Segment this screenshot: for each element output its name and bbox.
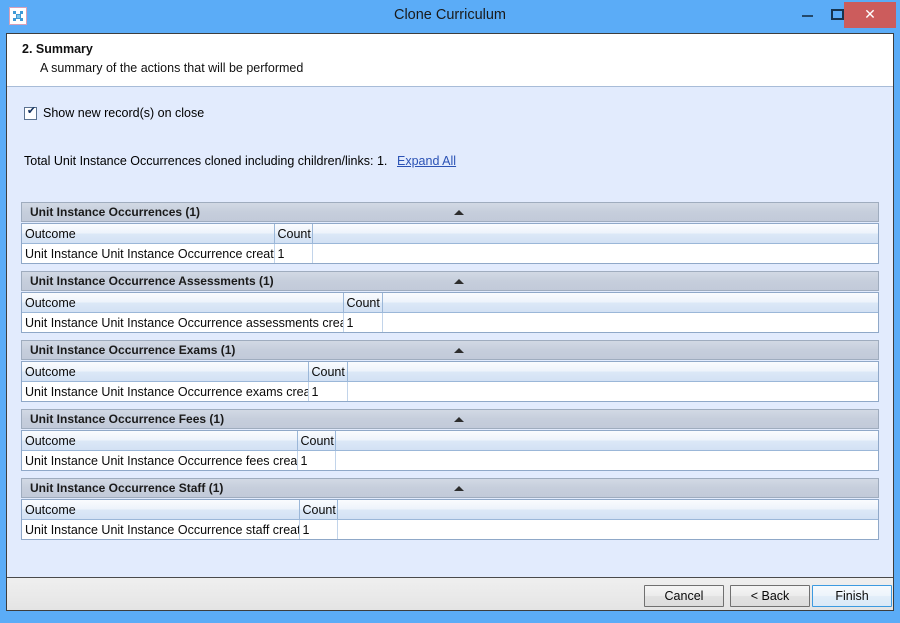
group-header[interactable]: Unit Instance Occurrences (1) <box>21 202 879 222</box>
minimize-icon <box>802 15 813 17</box>
column-header[interactable]: Outcome <box>22 500 299 520</box>
outcome-grid: OutcomeCountUnit Instance Unit Instance … <box>21 361 879 402</box>
close-button[interactable]: ✕ <box>844 2 896 28</box>
column-header[interactable]: Count <box>308 362 347 382</box>
group-header[interactable]: Unit Instance Occurrence Staff (1) <box>21 478 879 498</box>
table-header-row: OutcomeCount <box>22 362 878 382</box>
result-group: Unit Instance Occurrences (1) OutcomeCoun… <box>21 202 879 264</box>
table-header-row: OutcomeCount <box>22 500 878 520</box>
cell-outcome: Unit Instance Unit Instance Occurrence f… <box>22 451 297 471</box>
group-header[interactable]: Unit Instance Occurrence Fees (1) <box>21 409 879 429</box>
result-group: Unit Instance Occurrence Exams (1) Outcom… <box>21 340 879 402</box>
cell-count: 1 <box>297 451 335 471</box>
column-header-blank[interactable] <box>382 293 878 313</box>
dialog-client-area: 2. Summary A summary of the actions that… <box>6 33 894 611</box>
cell-outcome: Unit Instance Unit Instance Occurrence s… <box>22 520 299 540</box>
column-header[interactable]: Outcome <box>22 431 297 451</box>
group-title: Unit Instance Occurrences (1) <box>30 205 200 219</box>
result-group: Unit Instance Occurrence Assessments (1)… <box>21 271 879 333</box>
page-title: 2. Summary <box>22 42 93 56</box>
group-title: Unit Instance Occurrence Assessments (1) <box>30 274 274 288</box>
column-header[interactable]: Outcome <box>22 293 343 313</box>
dialog-footer: Cancel < Back Finish <box>7 577 893 610</box>
back-button[interactable]: < Back <box>730 585 810 607</box>
wizard-step-header: 2. Summary A summary of the actions that… <box>7 34 893 87</box>
cell-count: 1 <box>299 520 337 540</box>
minimize-button[interactable] <box>792 0 822 29</box>
cell-blank <box>347 382 878 402</box>
close-icon: ✕ <box>844 2 896 28</box>
maximize-icon <box>831 9 844 20</box>
total-summary-text: Total Unit Instance Occurrences cloned i… <box>24 154 387 168</box>
group-header[interactable]: Unit Instance Occurrence Exams (1) <box>21 340 879 360</box>
column-header[interactable]: Count <box>299 500 337 520</box>
table-row[interactable]: Unit Instance Unit Instance Occurrence c… <box>22 244 878 264</box>
title-bar: Clone Curriculum ✕ <box>0 0 900 33</box>
outcome-grid: OutcomeCountUnit Instance Unit Instance … <box>21 223 879 264</box>
table-row[interactable]: Unit Instance Unit Instance Occurrence f… <box>22 451 878 471</box>
clone-curriculum-window: Clone Curriculum ✕ 2. Summary A summary … <box>0 0 900 623</box>
collapse-chevron-up-icon[interactable] <box>454 279 464 284</box>
result-group: Unit Instance Occurrence Staff (1) Outcom… <box>21 478 879 540</box>
table-header-row: OutcomeCount <box>22 431 878 451</box>
table-row[interactable]: Unit Instance Unit Instance Occurrence a… <box>22 313 878 333</box>
cell-blank <box>337 520 878 540</box>
cell-count: 1 <box>343 313 382 333</box>
group-title: Unit Instance Occurrence Staff (1) <box>30 481 223 495</box>
window-title: Clone Curriculum <box>0 7 900 23</box>
cell-blank <box>312 244 878 264</box>
checkmark-icon: ✔ <box>26 105 37 118</box>
table-header-row: OutcomeCount <box>22 224 878 244</box>
column-header-blank[interactable] <box>337 500 878 520</box>
summary-content: ✔ Show new record(s) on close Total Unit… <box>7 88 893 577</box>
show-new-records-label: Show new record(s) on close <box>43 106 204 120</box>
cancel-button[interactable]: Cancel <box>644 585 724 607</box>
collapse-chevron-up-icon[interactable] <box>454 348 464 353</box>
column-header-blank[interactable] <box>312 224 878 244</box>
column-header[interactable]: Count <box>274 224 312 244</box>
page-subtitle: A summary of the actions that will be pe… <box>40 61 303 75</box>
collapse-chevron-up-icon[interactable] <box>454 486 464 491</box>
outcome-grid: OutcomeCountUnit Instance Unit Instance … <box>21 499 879 540</box>
table-row[interactable]: Unit Instance Unit Instance Occurrence s… <box>22 520 878 540</box>
table-header-row: OutcomeCount <box>22 293 878 313</box>
column-header-blank[interactable] <box>347 362 878 382</box>
cell-blank <box>335 451 878 471</box>
cell-outcome: Unit Instance Unit Instance Occurrence a… <box>22 313 343 333</box>
cell-count: 1 <box>274 244 312 264</box>
cell-outcome: Unit Instance Unit Instance Occurrence c… <box>22 244 274 264</box>
cell-outcome: Unit Instance Unit Instance Occurrence e… <box>22 382 308 402</box>
show-new-records-checkbox[interactable]: ✔ <box>24 107 37 120</box>
expand-all-link[interactable]: Expand All <box>397 154 456 168</box>
column-header[interactable]: Count <box>343 293 382 313</box>
outcome-grid: OutcomeCountUnit Instance Unit Instance … <box>21 430 879 471</box>
column-header[interactable]: Outcome <box>22 224 274 244</box>
finish-button[interactable]: Finish <box>812 585 892 607</box>
group-title: Unit Instance Occurrence Fees (1) <box>30 412 224 426</box>
group-title: Unit Instance Occurrence Exams (1) <box>30 343 235 357</box>
column-header-blank[interactable] <box>335 431 878 451</box>
group-header[interactable]: Unit Instance Occurrence Assessments (1) <box>21 271 879 291</box>
collapse-chevron-up-icon[interactable] <box>454 210 464 215</box>
cell-count: 1 <box>308 382 347 402</box>
result-group: Unit Instance Occurrence Fees (1) Outcome… <box>21 409 879 471</box>
outcome-grid: OutcomeCountUnit Instance Unit Instance … <box>21 292 879 333</box>
column-header[interactable]: Outcome <box>22 362 308 382</box>
column-header[interactable]: Count <box>297 431 335 451</box>
collapse-chevron-up-icon[interactable] <box>454 417 464 422</box>
cell-blank <box>382 313 878 333</box>
table-row[interactable]: Unit Instance Unit Instance Occurrence e… <box>22 382 878 402</box>
